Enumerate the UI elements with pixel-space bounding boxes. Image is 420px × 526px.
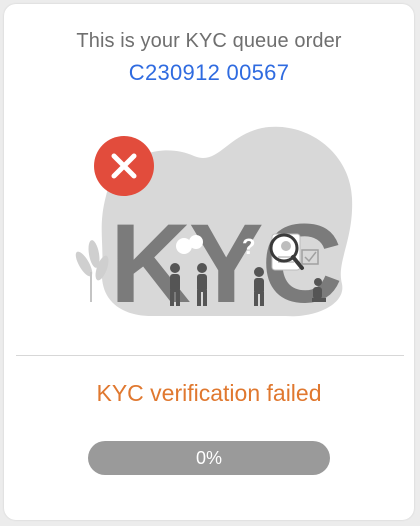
progress-bar: 0% xyxy=(88,441,330,475)
queue-number: C230912 00567 xyxy=(128,60,290,85)
error-x-icon xyxy=(94,136,154,196)
kyc-status-card: This is your KYC queue order C230912 005… xyxy=(4,4,414,520)
progress-label: 0% xyxy=(195,448,222,468)
speech-bubble xyxy=(189,235,203,249)
question-mark-icon: ? xyxy=(242,234,255,259)
kyc-logo-text: KYC xyxy=(110,201,340,320)
queue-title: This is your KYC queue order xyxy=(76,30,342,52)
divider xyxy=(16,355,404,356)
kyc-illustration: KYC ? xyxy=(75,126,353,320)
status-message: KYC verification failed xyxy=(96,380,322,406)
